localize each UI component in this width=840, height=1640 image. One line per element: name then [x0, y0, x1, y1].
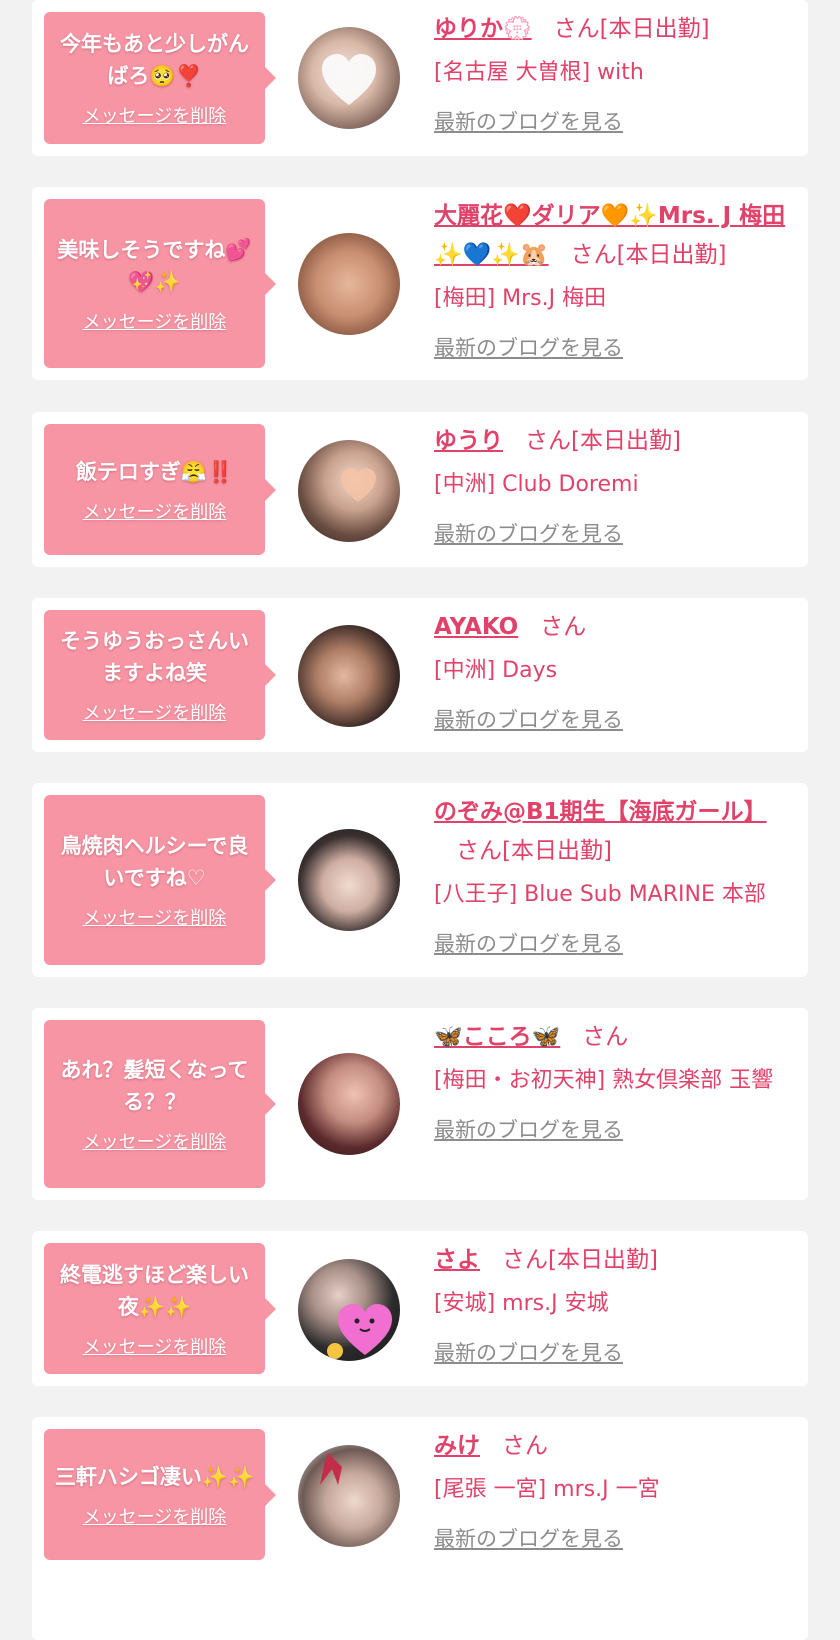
- heart-sticker-icon: [327, 1304, 392, 1359]
- name-line: さよ さん[本日出勤]: [434, 1241, 798, 1280]
- girl-name-link[interactable]: みけ: [434, 1433, 480, 1459]
- name-line: AYAKO さん: [434, 608, 798, 647]
- name-line: ゆりか💮 さん[本日出勤]: [434, 10, 798, 49]
- name-line: のぞみ@B1期生【海底ガール】さん[本日出勤]: [434, 793, 798, 871]
- message-card: 飯テロすぎ😤‼️ メッセージを削除 ゆうり さん[本日出勤] [中洲] Club …: [32, 412, 808, 567]
- message-text: 終電逃すほど楽しい夜✨✨: [60, 1262, 249, 1319]
- girl-info: のぞみ@B1期生【海底ガール】さん[本日出勤] [八王子] Blue Sub M…: [434, 793, 798, 958]
- blog-link[interactable]: 最新のブログを見る: [434, 518, 623, 548]
- message-bubble: 三軒ハシゴ凄い✨✨ メッセージを削除: [44, 1429, 276, 1560]
- delete-message-link[interactable]: メッセージを削除: [83, 904, 227, 930]
- status-text: さん: [582, 1024, 629, 1050]
- avatar[interactable]: [298, 829, 400, 931]
- girl-name-link[interactable]: さよ: [434, 1247, 480, 1273]
- message-card: 鳥焼肉ヘルシーで良いですね♡ メッセージを削除 のぞみ@B1期生【海底ガール】さ…: [32, 783, 808, 977]
- name-line: みけ さん: [434, 1427, 798, 1466]
- girl-info: 🦋こころ🦋 さん [梅田・お初天神] 熟女倶楽部 玉響 最新のブログを見る: [434, 1018, 798, 1144]
- girl-info: AYAKO さん [中洲] Days 最新のブログを見る: [434, 608, 798, 734]
- status-text: さん[本日出勤]: [502, 1247, 658, 1273]
- shop-text: [尾張 一宮] mrs.J 一宮: [434, 1477, 660, 1502]
- status-text: さん[本日出勤]: [456, 838, 612, 864]
- avatar[interactable]: [298, 625, 400, 727]
- girl-info: さよ さん[本日出勤] [安城] mrs.J 安城 最新のブログを見る: [434, 1241, 798, 1367]
- shop-text: [梅田] Mrs.J 梅田: [434, 286, 607, 311]
- delete-message-link[interactable]: メッセージを削除: [83, 699, 227, 725]
- shop-text: [安城] mrs.J 安城: [434, 1291, 609, 1316]
- message-bubble: 鳥焼肉ヘルシーで良いですね♡ メッセージを削除: [44, 795, 276, 965]
- girl-name-link[interactable]: のぞみ@B1期生【海底ガール】: [434, 799, 767, 825]
- heart-sticker-icon: [322, 54, 376, 105]
- blog-link[interactable]: 最新のブログを見る: [434, 1337, 623, 1367]
- status-text: さん: [540, 614, 587, 640]
- girl-name-link[interactable]: 🦋こころ🦋: [434, 1024, 560, 1050]
- girl-name-link[interactable]: ゆりか💮: [434, 16, 532, 42]
- message-bubble: 終電逃すほど楽しい夜✨✨ メッセージを削除: [44, 1243, 276, 1374]
- avatar[interactable]: [298, 1053, 400, 1155]
- status-text: さん[本日出勤]: [525, 428, 681, 454]
- delete-message-link[interactable]: メッセージを削除: [83, 1128, 227, 1154]
- delete-message-link[interactable]: メッセージを削除: [83, 102, 227, 128]
- message-card: 美味しそうですね💕💖✨ メッセージを削除 大麗花❤️ダリア🧡✨Mrs. J 梅田…: [32, 187, 808, 380]
- delete-message-link[interactable]: メッセージを削除: [83, 1333, 227, 1359]
- girl-info: みけ さん [尾張 一宮] mrs.J 一宮 最新のブログを見る: [434, 1427, 798, 1553]
- message-card: そうゆうおっさんいますよね笑 メッセージを削除 AYAKO さん [中洲] Day…: [32, 598, 808, 752]
- avatar[interactable]: [298, 233, 400, 335]
- status-text: さん[本日出勤]: [553, 16, 710, 42]
- message-text: あれ？髪短くなってる？？: [60, 1058, 249, 1114]
- message-bubble: そうゆうおっさんいますよね笑 メッセージを削除: [44, 610, 276, 740]
- message-text: 三軒ハシゴ凄い✨✨: [54, 1464, 255, 1489]
- message-bubble: 美味しそうですね💕💖✨ メッセージを削除: [44, 199, 276, 368]
- avatar[interactable]: [298, 440, 400, 542]
- blog-link[interactable]: 最新のブログを見る: [434, 106, 623, 136]
- blog-link[interactable]: 最新のブログを見る: [434, 1523, 623, 1553]
- status-text: さん[本日出勤]: [570, 242, 727, 268]
- delete-message-link[interactable]: メッセージを削除: [83, 1503, 227, 1529]
- avatar[interactable]: [298, 27, 400, 129]
- message-text: 美味しそうですね💕💖✨: [57, 237, 252, 294]
- girl-name-link[interactable]: AYAKO: [434, 614, 518, 640]
- message-card: 今年もあと少しがんばろ🥺❣️ メッセージを削除 ゆりか💮 さん[本日出勤] [名古…: [32, 0, 808, 156]
- name-line: 🦋こころ🦋 さん: [434, 1018, 798, 1057]
- girl-info: ゆりか💮 さん[本日出勤] [名古屋 大曽根] with 最新のブログを見る: [434, 10, 798, 136]
- name-line: ゆうり さん[本日出勤]: [434, 422, 798, 461]
- message-bubble: 飯テロすぎ😤‼️ メッセージを削除: [44, 424, 276, 555]
- message-card: あれ？髪短くなってる？？ メッセージを削除 🦋こころ🦋 さん [梅田・お初天神] …: [32, 1008, 808, 1200]
- name-line: 大麗花❤️ダリア🧡✨Mrs. J 梅田✨💙✨🐹 さん[本日出勤]: [434, 197, 798, 275]
- blog-link[interactable]: 最新のブログを見る: [434, 1114, 623, 1144]
- message-text: そうゆうおっさんいますよね笑: [60, 629, 249, 685]
- message-bubble: 今年もあと少しがんばろ🥺❣️ メッセージを削除: [44, 12, 276, 144]
- blog-link[interactable]: 最新のブログを見る: [434, 704, 623, 734]
- heart-sticker-icon: [341, 468, 376, 502]
- avatar[interactable]: [298, 1445, 400, 1547]
- shop-text: [中洲] Club Doremi: [434, 472, 639, 497]
- delete-message-link[interactable]: メッセージを削除: [83, 498, 227, 524]
- message-text: 鳥焼肉ヘルシーで良いですね♡: [60, 834, 249, 890]
- avatar[interactable]: [298, 1259, 400, 1361]
- shop-text: [八王子] Blue Sub MARINE 本部: [434, 882, 766, 907]
- blog-link[interactable]: 最新のブログを見る: [434, 332, 623, 362]
- girl-name-link[interactable]: ゆうり: [434, 428, 503, 454]
- shop-text: [梅田・お初天神] 熟女倶楽部 玉響: [434, 1068, 774, 1093]
- shop-text: [名古屋 大曽根] with: [434, 60, 644, 85]
- girl-info: 大麗花❤️ダリア🧡✨Mrs. J 梅田✨💙✨🐹 さん[本日出勤] [梅田] Mrs…: [434, 197, 798, 362]
- message-text: 飯テロすぎ😤‼️: [75, 459, 234, 484]
- shop-text: [中洲] Days: [434, 658, 558, 683]
- blog-link[interactable]: 最新のブログを見る: [434, 928, 623, 958]
- message-card: 三軒ハシゴ凄い✨✨ メッセージを削除 みけ さん [尾張 一宮] mrs.J 一宮…: [32, 1417, 808, 1640]
- girl-info: ゆうり さん[本日出勤] [中洲] Club Doremi 最新のブログを見る: [434, 422, 798, 548]
- delete-message-link[interactable]: メッセージを削除: [83, 308, 227, 334]
- ribbon-icon: [320, 1453, 342, 1485]
- message-card: 終電逃すほど楽しい夜✨✨ メッセージを削除 さよ さん[本日出勤] [安城] mr…: [32, 1231, 808, 1386]
- message-text: 今年もあと少しがんばろ🥺❣️: [60, 32, 249, 88]
- message-bubble: あれ？髪短くなってる？？ メッセージを削除: [44, 1020, 276, 1188]
- status-text: さん: [502, 1433, 548, 1459]
